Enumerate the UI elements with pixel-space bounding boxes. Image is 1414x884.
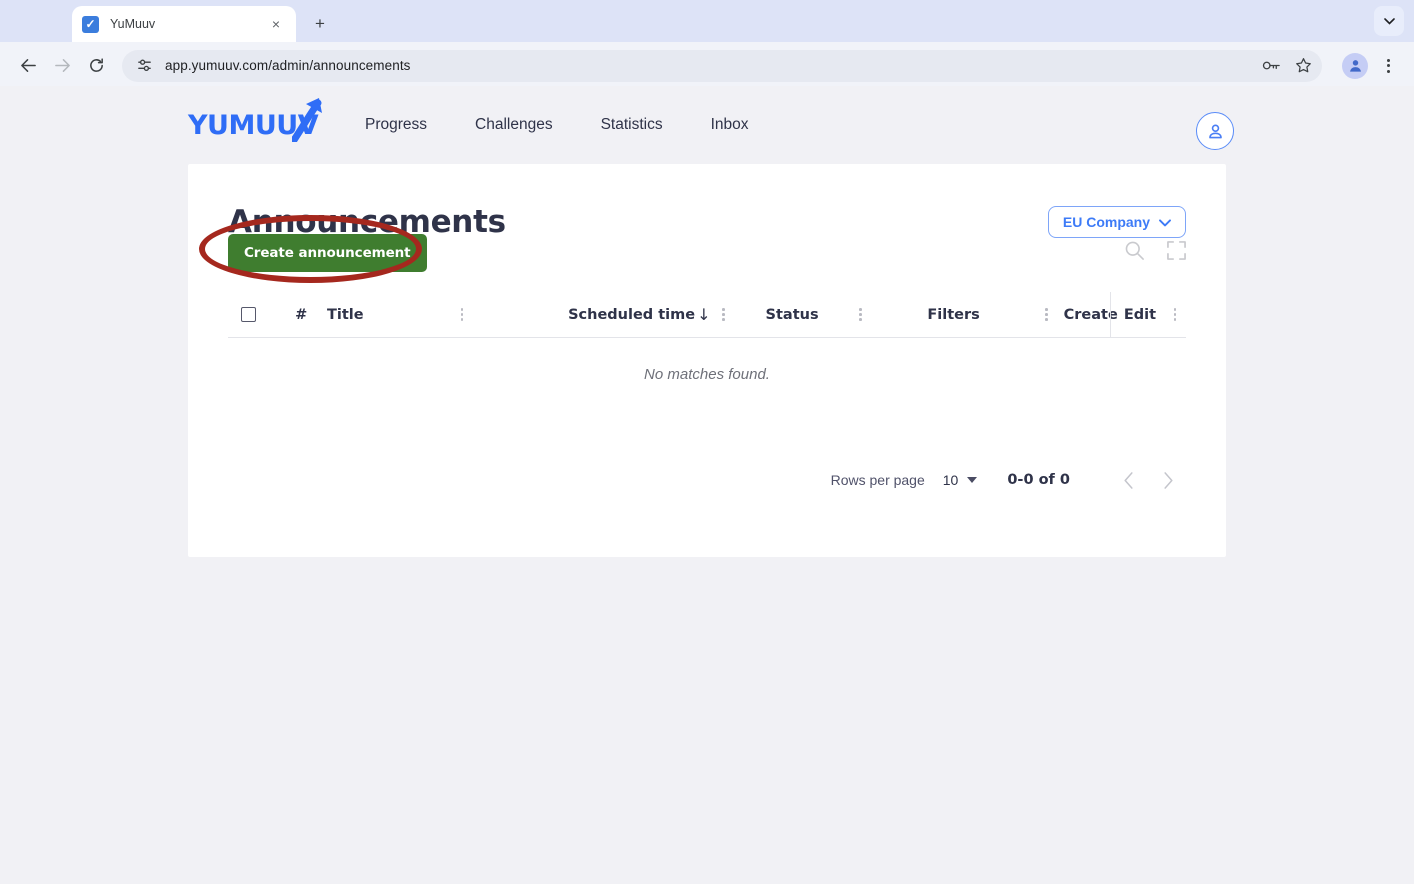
profile-avatar[interactable] <box>1342 52 1368 79</box>
next-page-button[interactable] <box>1150 462 1186 498</box>
company-selector[interactable]: EU Company <box>1047 206 1186 238</box>
star-icon[interactable] <box>1290 53 1316 79</box>
column-header-scheduled-time[interactable]: Scheduled time ↓ <box>473 305 712 324</box>
yumuuv-check-favicon: ✓ <box>82 15 99 33</box>
reload-button[interactable] <box>80 50 112 82</box>
column-header-created[interactable]: Create <box>1058 307 1118 323</box>
previous-page-button[interactable] <box>1110 462 1146 498</box>
yumuuv-logo[interactable]: YUMUUV <box>188 97 322 143</box>
table-empty-message: No matches found. <box>644 365 770 383</box>
rows-per-page-value: 10 <box>942 472 959 488</box>
tab-title: YuMuuv <box>110 17 156 31</box>
rows-per-page-select[interactable]: 10 <box>943 472 978 488</box>
company-selector-label: EU Company <box>1062 214 1150 230</box>
logo-arrow-icon <box>290 96 326 147</box>
select-all-checkbox[interactable] <box>241 307 256 322</box>
chevron-down-icon <box>1159 214 1171 230</box>
close-icon[interactable]: × <box>266 14 286 34</box>
table-header-row: # Title Scheduled time ↓ Status Filters … <box>228 292 1186 338</box>
pagination-range: 0-0 of 0 <box>1007 472 1070 488</box>
address-bar[interactable]: app.yumuuv.com/admin/announcements <box>122 49 1322 82</box>
nav-item-inbox[interactable]: Inbox <box>711 116 749 134</box>
select-all-checkbox-cell <box>228 307 276 322</box>
back-button[interactable] <box>12 50 44 82</box>
announcements-card: Announcements EU Company Create announce… <box>188 164 1226 557</box>
rows-per-page-label: Rows per page <box>830 472 925 488</box>
chevron-down-icon[interactable] <box>1374 6 1404 36</box>
app-header: YUMUUV Progress Challenges Statistics In… <box>0 86 1414 164</box>
column-header-status[interactable]: Status <box>734 307 849 323</box>
nav-item-challenges[interactable]: Challenges <box>475 116 553 134</box>
column-header-title[interactable]: Title <box>327 307 451 323</box>
caret-down-icon <box>967 477 978 483</box>
main-navigation: Progress Challenges Statistics Inbox <box>365 116 749 134</box>
page-viewport: YUMUUV Progress Challenges Statistics In… <box>0 86 1414 884</box>
search-icon[interactable] <box>1124 240 1145 261</box>
column-menu-scheduled-time[interactable] <box>712 308 734 321</box>
fullscreen-icon[interactable] <box>1167 241 1186 260</box>
create-announcement-button[interactable]: Create announcement <box>228 234 427 272</box>
forward-button[interactable] <box>46 50 78 82</box>
column-menu-status[interactable] <box>850 308 872 321</box>
nav-item-progress[interactable]: Progress <box>365 116 427 134</box>
column-header-number[interactable]: # <box>276 307 327 323</box>
column-header-scheduled-time-label: Scheduled time <box>568 306 696 323</box>
column-header-edit[interactable]: Edit <box>1118 307 1156 323</box>
browser-toolbar: app.yumuuv.com/admin/announcements <box>0 42 1414 90</box>
column-menu-filters[interactable] <box>1036 308 1058 321</box>
nav-item-statistics[interactable]: Statistics <box>601 116 663 134</box>
announcements-table: # Title Scheduled time ↓ Status Filters … <box>228 292 1186 410</box>
column-header-filters[interactable]: Filters <box>872 307 1036 323</box>
table-pagination: Rows per page 10 0-0 of 0 <box>831 462 1186 498</box>
new-tab-button[interactable]: + <box>306 10 334 38</box>
url-text: app.yumuuv.com/admin/announcements <box>165 58 411 73</box>
tune-icon[interactable] <box>136 57 153 74</box>
tab-strip: ✓ YuMuuv × + <box>0 0 1414 42</box>
column-menu-edit[interactable] <box>1164 308 1186 321</box>
browser-tab-yumuuv[interactable]: ✓ YuMuuv × <box>72 6 296 42</box>
column-menu-title[interactable] <box>451 308 473 321</box>
user-avatar-icon[interactable] <box>1196 112 1234 150</box>
browser-window: ✓ YuMuuv × + app.yumuuv.com/admin/announ… <box>0 0 1414 884</box>
key-icon[interactable] <box>1258 53 1284 79</box>
table-toolbar <box>1124 240 1186 261</box>
browser-menu-button[interactable] <box>1374 52 1402 80</box>
sort-descending-icon[interactable]: ↓ <box>697 305 710 324</box>
